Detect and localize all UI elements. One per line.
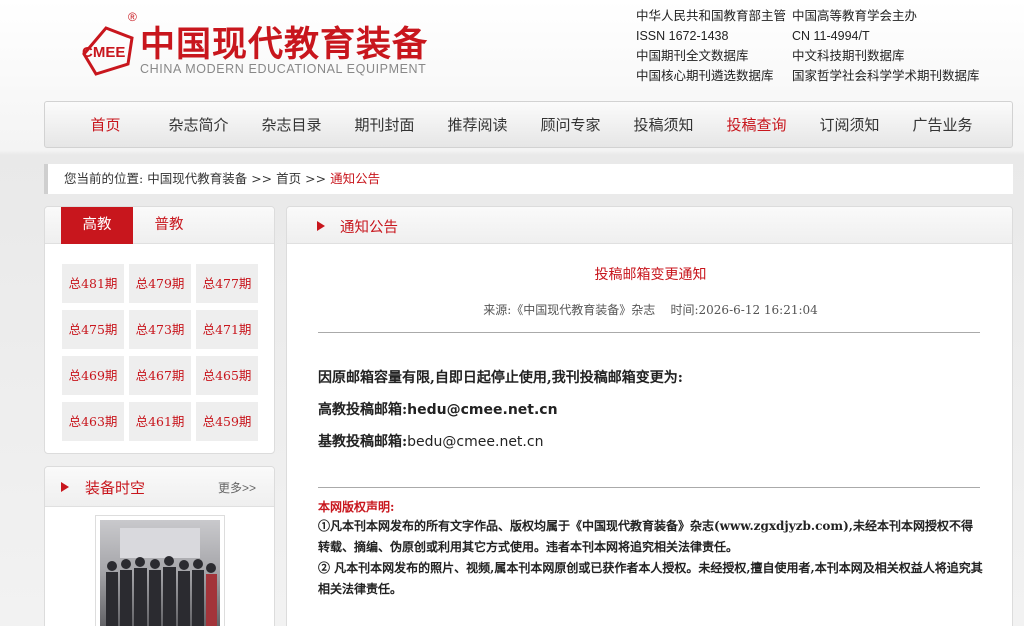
nav-home[interactable]: 首页 [59, 114, 152, 135]
pubinfo-text: 国家哲学社会科学学术期刊数据库 [792, 69, 980, 83]
more-link[interactable]: 更多>> [218, 479, 256, 496]
main-nav: 首页 杂志简介 杂志目录 期刊封面 推荐阅读 顾问专家 投稿须知 投稿查询 订阅… [44, 101, 1013, 148]
nav-subscription[interactable]: 订阅须知 [803, 114, 896, 135]
group-photo-image [100, 520, 220, 626]
nav-recommended[interactable]: 推荐阅读 [431, 114, 524, 135]
higher-edu-email[interactable]: hedu@cmee.net.cn [407, 402, 557, 418]
issue-link[interactable]: 总475期 [62, 310, 124, 349]
issues-tabs: 高教 普教 [45, 207, 274, 244]
pubinfo-text: 中文科技期刊数据库 [792, 49, 905, 63]
article-title: 投稿邮箱变更通知 [594, 267, 707, 283]
nav-experts[interactable]: 顾问专家 [524, 114, 617, 135]
issue-link[interactable]: 总481期 [62, 264, 124, 303]
pubinfo-text: 中国核心期刊遴选数据库 [636, 69, 774, 83]
tab-higher-education[interactable]: 高教 [61, 207, 133, 244]
triangle-right-icon [317, 221, 325, 231]
pubinfo-text: CN 11-4994/T [792, 29, 870, 43]
divider [318, 487, 980, 488]
site-logo[interactable]: CMEE ® 中国现代教育装备 CHINA MODERN EDUCATIONAL… [76, 10, 436, 82]
issues-panel: 高教 普教 总481期 总479期 总477期 总475期 总473期 总471… [44, 206, 275, 454]
issues-grid: 总481期 总479期 总477期 总475期 总473期 总471期 总469… [62, 264, 258, 441]
issue-link[interactable]: 总463期 [62, 402, 124, 441]
triangle-right-icon [61, 482, 69, 492]
breadcrumb-separator: >> [251, 171, 273, 186]
pubinfo-text: 中国期刊全文数据库 [636, 49, 749, 63]
divider [318, 332, 980, 333]
article-panel-header: 通知公告 [287, 207, 1012, 244]
breadcrumb-link-site[interactable]: 中国现代教育装备 [147, 171, 247, 186]
issue-link[interactable]: 总467期 [129, 356, 191, 395]
nav-advertising[interactable]: 广告业务 [896, 114, 989, 135]
breadcrumb-current[interactable]: 通知公告 [330, 171, 380, 186]
nav-submission-query[interactable]: 投稿查询 [710, 114, 803, 135]
pubinfo-text: 中华人民共和国教育部主管 [636, 9, 787, 23]
gallery-header: 装备时空 更多>> [45, 467, 274, 507]
gallery-panel: 装备时空 更多>> [44, 466, 275, 626]
svg-text:CMEE: CMEE [82, 44, 125, 61]
basic-edu-email-line: 基教投稿邮箱:bedu@cmee.net.cn [318, 431, 543, 451]
issue-link[interactable]: 总469期 [62, 356, 124, 395]
nav-about[interactable]: 杂志简介 [152, 114, 245, 135]
article-meta: 来源:《中国现代教育装备》杂志 时间:2026-6-12 16:21:04 [483, 303, 818, 317]
breadcrumb-link-home[interactable]: 首页 [276, 171, 301, 186]
copyright-title: 本网版权声明: [318, 500, 395, 514]
nav-covers[interactable]: 期刊封面 [338, 114, 431, 135]
issue-link[interactable]: 总477期 [196, 264, 258, 303]
basic-edu-email-label: 基教投稿邮箱: [318, 434, 408, 450]
pubinfo-text: ISSN 1672-1438 [636, 29, 729, 43]
group-photo-illustration [106, 528, 217, 626]
section-title: 通知公告 [340, 220, 398, 236]
breadcrumb: 您当前的位置: 中国现代教育装备 >> 首页 >> 通知公告 [44, 164, 1013, 194]
site-header: CMEE ® 中国现代教育装备 CHINA MODERN EDUCATIONAL… [0, 0, 1024, 96]
publication-info: 中华人民共和国教育部主管 中国高等教育学会主办 ISSN 1672-1438 CN … [636, 6, 1016, 86]
copyright-clause-2: ② 凡本刊本网发布的照片、视频,属本刊本网原创或已获作者本人授权。未经授权,擅自… [318, 561, 983, 596]
gallery-title: 装备时空 [85, 479, 146, 497]
breadcrumb-prefix: 您当前的位置: [64, 171, 144, 186]
copyright-clause-1: ①凡本刊本网发布的所有文字作品、版权均属于《中国现代教育装备》杂志(www.zg… [318, 519, 973, 554]
nav-catalog[interactable]: 杂志目录 [245, 114, 338, 135]
issue-link[interactable]: 总461期 [129, 402, 191, 441]
logo-title-cn: 中国现代教育装备 [140, 24, 429, 65]
cmee-logo-icon: CMEE [82, 26, 134, 76]
article-panel: 通知公告 投稿邮箱变更通知 来源:《中国现代教育装备》杂志 时间:2026-6-… [286, 206, 1013, 626]
tab-general-education[interactable]: 普教 [133, 207, 205, 244]
article-intro: 因原邮箱容量有限,自即日起停止使用,我刊投稿邮箱变更为: [318, 370, 683, 386]
logo-title-en: CHINA MODERN EDUCATIONAL EQUIPMENT [140, 62, 427, 76]
issue-link[interactable]: 总465期 [196, 356, 258, 395]
issue-link[interactable]: 总473期 [129, 310, 191, 349]
breadcrumb-separator: >> [305, 171, 327, 186]
higher-edu-email-line: 高教投稿邮箱:hedu@cmee.net.cn [318, 399, 558, 419]
pubinfo-text: 中国高等教育学会主办 [792, 9, 918, 23]
gallery-photo[interactable] [95, 515, 225, 626]
basic-edu-email[interactable]: bedu@cmee.net.cn [407, 434, 543, 450]
higher-edu-email-label: 高教投稿邮箱: [318, 402, 408, 418]
nav-submission-guide[interactable]: 投稿须知 [617, 114, 710, 135]
issue-link[interactable]: 总479期 [129, 264, 191, 303]
registered-mark: ® [128, 10, 137, 24]
issue-link[interactable]: 总471期 [196, 310, 258, 349]
issue-link[interactable]: 总459期 [196, 402, 258, 441]
